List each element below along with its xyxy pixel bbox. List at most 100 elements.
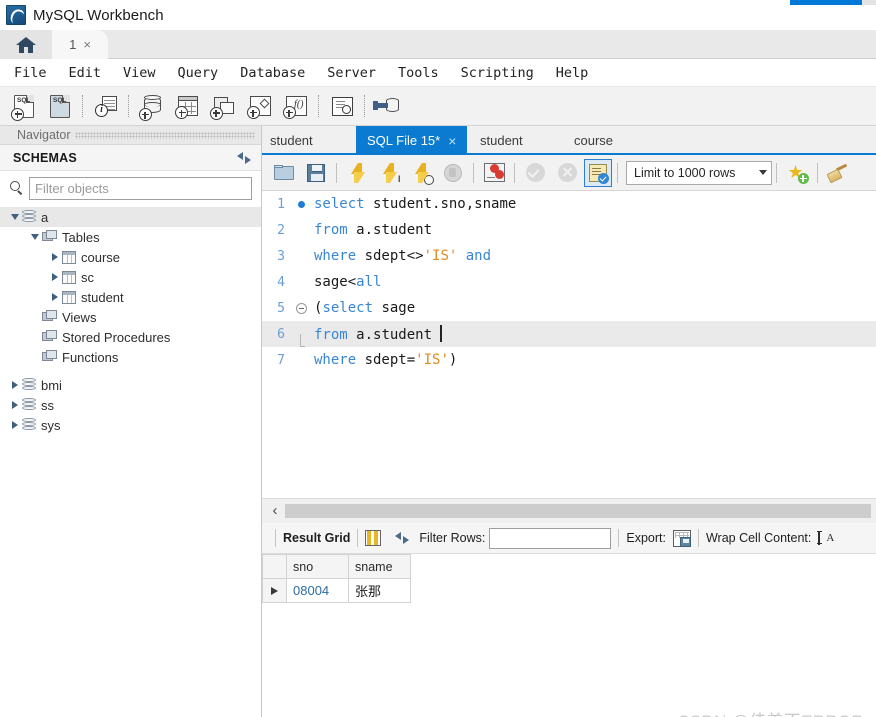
result-grid-title: Result Grid (283, 531, 351, 545)
save-script-button[interactable] (301, 158, 331, 188)
tree-item-table-sc[interactable]: sc (0, 267, 261, 287)
toolbar-separator (275, 529, 276, 547)
menu-tools[interactable]: Tools (387, 62, 450, 84)
window-controls-strip[interactable] (790, 0, 862, 5)
close-icon[interactable]: × (83, 37, 91, 52)
home-tab-button[interactable] (0, 30, 52, 59)
export-recordset-icon[interactable] (672, 529, 691, 547)
create-table-button[interactable] (171, 90, 205, 122)
save-snippet-button[interactable]: ★ (782, 158, 812, 188)
export-label: Export: (626, 531, 666, 545)
code-line-4[interactable]: 4 sage<all (262, 269, 876, 295)
execute-statement-button[interactable] (342, 158, 372, 188)
inspect-schema-button[interactable] (325, 90, 359, 122)
toggle-breakpoint-button[interactable] (479, 158, 509, 188)
new-sql-tab-button[interactable]: SQL (7, 90, 41, 122)
editor-results-splitter[interactable]: ‹ (262, 498, 876, 523)
menu-edit[interactable]: Edit (58, 62, 113, 84)
commit-transaction-button[interactable] (520, 158, 550, 188)
tree-item-functions[interactable]: Functions (0, 347, 261, 367)
tree-item-schema-a[interactable]: a (0, 207, 261, 227)
twisty-right-icon[interactable] (48, 293, 62, 301)
line-number: 1 (277, 196, 285, 212)
wrap-cell-content-icon[interactable]: A (817, 530, 834, 546)
menu-help[interactable]: Help (545, 62, 600, 84)
explain-statement-button[interactable] (406, 158, 436, 188)
create-stored-procedure-button[interactable] (243, 90, 277, 122)
tree-item-table-student[interactable]: student (0, 287, 261, 307)
tree-item-label: course (81, 249, 121, 265)
current-row-marker[interactable] (262, 578, 287, 603)
code-line-3[interactable]: 3 where sdept<>'IS' and (262, 243, 876, 269)
twisty-right-icon[interactable] (48, 253, 62, 261)
refresh-icon[interactable] (237, 151, 251, 165)
toggle-autocommit-button[interactable] (584, 158, 612, 187)
chevron-down-icon[interactable] (759, 170, 767, 175)
code-line-6[interactable]: 6 from a.student (262, 321, 876, 348)
result-grid[interactable]: sno sname 08004 张那 CSDN @佳美不ERROR (262, 554, 876, 717)
tree-item-stored-procedures[interactable]: Stored Procedures (0, 327, 261, 347)
cell-sno[interactable]: 08004 (286, 578, 349, 603)
code-line-7[interactable]: 7 where sdept='IS') (262, 347, 876, 373)
grid-columns-icon[interactable] (365, 530, 382, 546)
twisty-right-icon[interactable] (48, 273, 62, 281)
menu-view[interactable]: View (112, 62, 167, 84)
beautify-sql-button[interactable] (823, 158, 853, 188)
menu-file[interactable]: File (3, 62, 58, 84)
window-title: MySQL Workbench (33, 6, 164, 24)
close-icon[interactable]: × (448, 133, 456, 149)
rollback-transaction-button[interactable] (552, 158, 582, 188)
open-sql-script-button[interactable]: SQL (43, 90, 77, 122)
search-icon (9, 180, 25, 196)
tree-item-table-course[interactable]: course (0, 247, 261, 267)
horizontal-scrollbar[interactable] (285, 504, 871, 518)
twisty-right-icon[interactable] (8, 421, 22, 429)
home-icon-door (24, 46, 28, 53)
filter-rows-input[interactable] (489, 527, 612, 549)
fold-collapse-icon[interactable] (295, 302, 307, 314)
column-header-sname[interactable]: sname (348, 554, 411, 579)
row-limit-dropdown[interactable]: Limit to 1000 rows (626, 160, 772, 185)
code-line-5[interactable]: 5 (select sage (262, 295, 876, 321)
tree-item-schema-sys[interactable]: sys (0, 415, 261, 435)
create-schema-button[interactable] (135, 90, 169, 122)
table-row[interactable]: 08004 张那 (262, 578, 411, 603)
code-line-2[interactable]: 2 from a.student (262, 217, 876, 243)
editor-tab-course[interactable]: course (574, 126, 613, 155)
refresh-results-icon[interactable] (395, 531, 410, 545)
twisty-down-icon[interactable] (8, 214, 22, 220)
sql-code-editor[interactable]: 1 select student.sno,sname 2 from a.stud… (262, 191, 876, 498)
menu-query[interactable]: Query (167, 62, 230, 84)
filter-objects-input[interactable] (29, 176, 252, 200)
cell-sname[interactable]: 张那 (348, 578, 411, 603)
menu-database[interactable]: Database (229, 62, 316, 84)
twisty-right-icon[interactable] (8, 401, 22, 409)
editor-tab-student-1[interactable]: student (270, 126, 313, 155)
twisty-down-icon[interactable] (28, 234, 42, 240)
create-view-button[interactable] (207, 90, 241, 122)
server-status-button[interactable]: i (89, 90, 123, 122)
execute-current-statement-button[interactable]: I (374, 158, 404, 188)
statement-dot-marker[interactable] (288, 200, 314, 208)
code-line-1[interactable]: 1 select student.sno,sname (262, 191, 876, 217)
tree-item-schema-bmi[interactable]: bmi (0, 375, 261, 395)
workspace-tab-1[interactable]: 1 × (52, 30, 108, 59)
reconnect-server-button[interactable] (371, 90, 405, 122)
menu-bar: File Edit View Query Database Server Too… (0, 59, 876, 87)
editor-tab-student-2[interactable]: student (480, 126, 523, 155)
stop-execution-button[interactable] (438, 158, 468, 188)
menu-server[interactable]: Server (316, 62, 387, 84)
open-script-button[interactable] (269, 158, 299, 188)
tree-item-views[interactable]: Views (0, 307, 261, 327)
menu-scripting[interactable]: Scripting (450, 62, 545, 84)
collapse-left-chevron-icon[interactable]: ‹ (267, 503, 283, 518)
editor-tab-sql-file-15[interactable]: SQL File 15* × (356, 126, 468, 155)
tree-item-schema-ss[interactable]: ss (0, 395, 261, 415)
tree-item-label: sc (81, 269, 94, 285)
twisty-right-icon[interactable] (8, 381, 22, 389)
caption-dot-grip[interactable] (74, 131, 255, 139)
create-function-button[interactable]: f() (279, 90, 313, 122)
tree-item-tables[interactable]: Tables (0, 227, 261, 247)
column-header-sno[interactable]: sno (286, 554, 349, 579)
fold-start-marker[interactable] (288, 302, 314, 314)
